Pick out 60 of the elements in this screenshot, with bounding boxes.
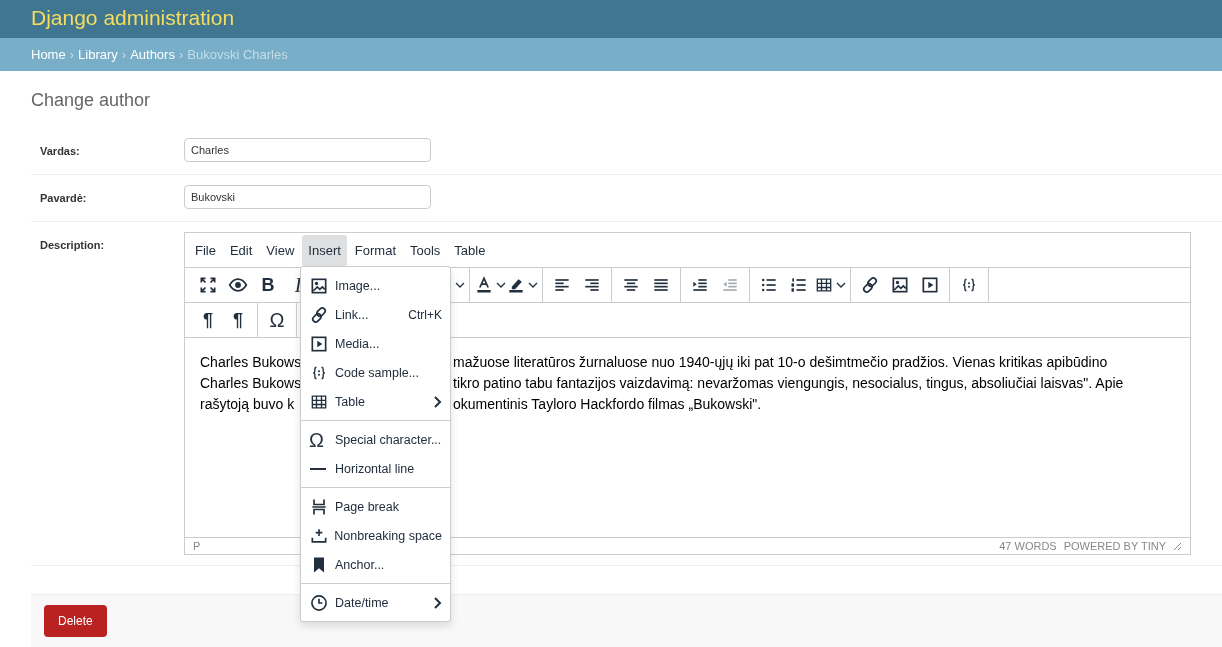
play-icon[interactable]: [920, 275, 940, 295]
breadcrumb-current: Bukovski Charles: [187, 47, 288, 62]
menu-item[interactable]: Ω Special character...: [301, 425, 450, 454]
menu-bar-item[interactable]: File: [189, 234, 222, 266]
page-title: Change author: [31, 89, 152, 111]
menu-bar-item[interactable]: Table: [448, 234, 492, 266]
menu-item[interactable]: Link... Ctrl+K: [301, 300, 450, 329]
chevron-right-icon: [432, 395, 442, 408]
menu-bar-item[interactable]: Insert: [302, 234, 347, 266]
chevron-right-icon: [432, 596, 442, 609]
menu-item[interactable]: Page break: [301, 492, 450, 521]
omega-icon[interactable]: Ω: [269, 310, 285, 330]
body-text: rašytoją buvo k: [200, 396, 295, 412]
menu-item[interactable]: Code sample...: [301, 358, 450, 387]
menu-item[interactable]: Horizontal line: [301, 454, 450, 483]
word-count[interactable]: 47 WORDS: [999, 539, 1057, 552]
text-field[interactable]: Bukovski: [184, 185, 431, 209]
bold-icon[interactable]: B: [261, 275, 275, 295]
menu-item[interactable]: Media...: [301, 329, 450, 358]
branding-link[interactable]: POWERED BY TINY: [1063, 539, 1166, 552]
text-field[interactable]: Charles: [184, 138, 431, 162]
caret-icon[interactable]: [455, 280, 465, 290]
expand-icon[interactable]: [198, 275, 218, 295]
resize-handle-icon[interactable]: [1172, 540, 1182, 551]
menu-item[interactable]: Date/time: [301, 588, 450, 617]
field-label: Pavardė:: [39, 191, 88, 206]
breadcrumb-separator: ›: [178, 47, 184, 62]
caret-icon[interactable]: [836, 280, 846, 290]
link-icon: [309, 304, 329, 325]
eye-icon[interactable]: [228, 275, 248, 295]
body-text: Charles Bukows: [200, 375, 302, 391]
numbered-list-icon[interactable]: [789, 275, 809, 295]
menu-item[interactable]: Image...: [301, 271, 450, 300]
pilcrow-icon[interactable]: ¶: [233, 310, 243, 330]
menu-bar-item[interactable]: Tools: [404, 234, 447, 266]
breadcrumb-separator: ›: [69, 47, 75, 62]
menu-item[interactable]: Nonbreaking space: [301, 521, 450, 550]
body-text: mažuose literatūros žurnaluose nuo 1940-ųjų iki pat 10-o dešimtmečio pradžios. Vienas kritikas apibūdino: [453, 353, 1108, 372]
menu-item[interactable]: Table: [301, 387, 450, 416]
clock-icon: [309, 592, 329, 613]
line-icon: [309, 467, 327, 470]
menu-bar-item[interactable]: Format: [348, 234, 402, 266]
element-path[interactable]: P: [193, 539, 201, 552]
delete-button[interactable]: Delete: [44, 605, 107, 637]
link-icon[interactable]: [860, 275, 880, 295]
menu-item[interactable]: Anchor...: [301, 550, 450, 579]
menu-bar-item[interactable]: Edit: [223, 234, 259, 266]
pilcrow-icon[interactable]: ¶: [203, 310, 213, 330]
text-color-icon[interactable]: [474, 275, 494, 295]
breadcrumb-separator: ›: [121, 47, 127, 62]
field-label: Description:: [39, 238, 106, 253]
body-text: Charles Bukows: [200, 354, 302, 370]
image-icon[interactable]: [890, 275, 910, 295]
omega-icon: Ω: [309, 429, 324, 450]
menu-bar-item[interactable]: View: [260, 234, 301, 266]
body-text: tikro patino tabu fantazijos vaizdavimą: nevaržomas viengungis, nesocialus, tingus, absoliučiai laisvas". Apie: [453, 374, 1124, 393]
caret-icon[interactable]: [496, 280, 506, 290]
field-label: Vardas:: [39, 144, 81, 159]
body-text: okumentinis Tayloro Hackfordo filmas „Bukowski".: [453, 395, 762, 414]
caret-icon[interactable]: [528, 280, 538, 290]
